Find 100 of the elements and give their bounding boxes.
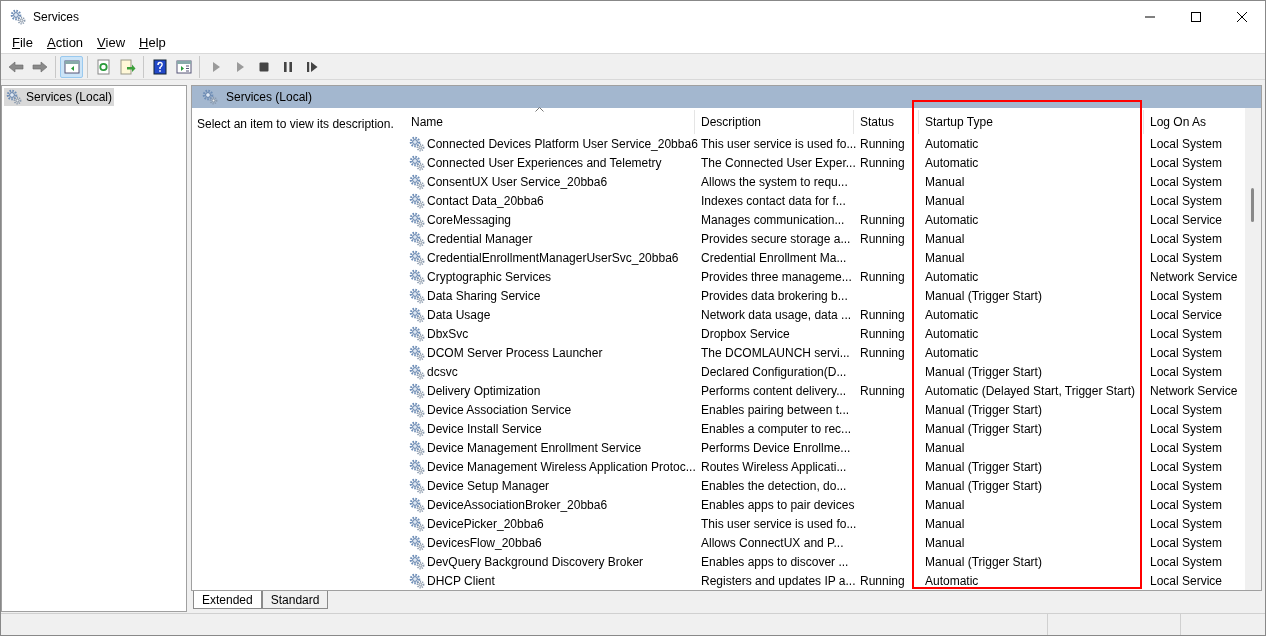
table-cell-text: Provides data brokering b... xyxy=(701,287,848,305)
table-cell-text: Manual xyxy=(925,496,965,514)
gears-icon xyxy=(409,249,425,266)
table-cell-text: Allows ConnectUX and P... xyxy=(701,534,844,552)
console-tree-icon xyxy=(63,58,80,75)
table-cell-text: Cryptographic Services xyxy=(427,268,552,286)
table-cell-text: Automatic xyxy=(925,268,979,286)
gears-icon xyxy=(409,325,425,342)
view-tab[interactable]: Extended xyxy=(193,591,262,609)
gears-icon xyxy=(409,344,425,361)
gears-icon xyxy=(409,458,425,475)
table-cell-text: Local System xyxy=(1150,458,1223,476)
gears-icon xyxy=(409,230,425,247)
table-cell-text: Enables apps to discover ... xyxy=(701,553,849,571)
gears-icon xyxy=(10,8,26,25)
table-cell-text: DevicePicker_20bba6 xyxy=(427,515,544,533)
table-cell-text: Device Install Service xyxy=(427,420,542,438)
table-cell-text: Manual xyxy=(925,173,965,191)
gears-icon xyxy=(409,382,425,399)
close-icon xyxy=(1237,11,1247,22)
table-cell-text: Running xyxy=(860,154,905,172)
table-cell-text: Manual xyxy=(925,192,965,210)
table-cell-text: Local System xyxy=(1150,325,1223,343)
table-cell-text: Local System xyxy=(1150,173,1223,191)
description-hint: Select an item to view its description. xyxy=(197,117,394,131)
gears-icon xyxy=(409,420,425,437)
table-cell-text: Dropbox Service xyxy=(701,325,790,343)
column-header[interactable]: Name xyxy=(405,110,695,134)
table-cell-text: dcsvc xyxy=(427,363,458,381)
table-cell-text: Enables the detection, do... xyxy=(701,477,847,495)
table-cell-text: DHCP Client xyxy=(427,572,495,590)
table-cell-text: Manual xyxy=(925,249,965,267)
gears-icon xyxy=(409,287,425,304)
menu-item[interactable]: View xyxy=(90,32,133,53)
table-cell-text: Local System xyxy=(1150,363,1223,381)
table-cell-text: Running xyxy=(860,230,905,248)
gears-icon xyxy=(409,306,425,323)
table-cell-text: Local System xyxy=(1150,534,1223,552)
table-cell-text: Automatic (Delayed Start, Trigger Start) xyxy=(925,382,1136,400)
table-cell-text: Device Management Wireless Application Protoc... xyxy=(427,458,696,476)
table-cell-text: Data Usage xyxy=(427,306,491,324)
table-cell-text: DeviceAssociationBroker_20bba6 xyxy=(427,496,608,514)
table-cell-text: CredentialEnrollmentManagerUserSvc_20bba6 xyxy=(427,249,679,267)
properties-icon xyxy=(175,58,192,75)
table-cell-text: Manual xyxy=(925,515,965,533)
scrollbar[interactable] xyxy=(1245,108,1261,590)
table-cell-text: Network Service xyxy=(1150,268,1238,286)
menu-item[interactable]: Action xyxy=(39,32,91,53)
menu-item[interactable]: Help xyxy=(132,32,173,53)
gears-icon xyxy=(409,515,425,532)
table-cell-text: Connected Devices Platform User Service_20bba6 xyxy=(427,135,698,153)
table-cell-text: Local System xyxy=(1150,135,1223,153)
table-cell-text: This user service is used fo... xyxy=(701,135,857,153)
table-cell-text: Credential Enrollment Ma... xyxy=(701,249,847,267)
table-cell-text: Data Sharing Service xyxy=(427,287,541,305)
sort-caret-icon xyxy=(535,107,545,112)
pane-title: Services (Local) xyxy=(226,89,313,106)
table-cell-text: Delivery Optimization xyxy=(427,382,541,400)
table-cell-text: Connected User Experiences and Telemetry xyxy=(427,154,662,172)
tree-item[interactable]: Services (Local) xyxy=(4,88,115,106)
table-cell-text: ConsentUX User Service_20bba6 xyxy=(427,173,608,191)
gears-icon xyxy=(202,89,218,105)
table-cell-text: Automatic xyxy=(925,325,979,343)
menu-item[interactable]: File xyxy=(5,32,40,53)
table-cell-text: Network data usage, data ... xyxy=(701,306,852,324)
column-header[interactable]: Startup Type xyxy=(919,110,1144,134)
column-header[interactable]: Description xyxy=(695,110,854,134)
table-cell-text: Contact Data_20bba6 xyxy=(427,192,544,210)
table-cell-text: Performs content delivery... xyxy=(701,382,847,400)
table-cell-text: Manages communication... xyxy=(701,211,845,229)
table-cell-text: Local System xyxy=(1150,553,1223,571)
table-cell-text: Local Service xyxy=(1150,306,1223,324)
window-title: Services xyxy=(33,8,79,26)
gears-icon xyxy=(409,211,425,228)
gears-icon xyxy=(409,496,425,513)
table-cell-text: Manual (Trigger Start) xyxy=(925,553,1042,571)
console-tree-button[interactable] xyxy=(60,55,83,78)
table-cell-text: Performs Device Enrollme... xyxy=(701,439,851,457)
table-cell-text: DevQuery Background Discovery Broker xyxy=(427,553,644,571)
table-cell-text: Running xyxy=(860,572,905,590)
table-cell-text: Running xyxy=(860,382,905,400)
maximize-icon xyxy=(1191,11,1201,22)
table-cell-text: Running xyxy=(860,306,905,324)
table-cell-text: The Connected User Exper... xyxy=(701,154,856,172)
table-cell-text: Enables a computer to rec... xyxy=(701,420,852,438)
table-cell-text: Running xyxy=(860,135,905,153)
gears-icon xyxy=(409,135,425,152)
table-cell-text: Device Association Service xyxy=(427,401,572,419)
table-cell-text: Indexes contact data for f... xyxy=(701,192,846,210)
table-cell-text: DbxSvc xyxy=(427,325,469,343)
table-cell-text: Local Service xyxy=(1150,211,1223,229)
gears-icon xyxy=(409,439,425,456)
table-cell-text: Local Service xyxy=(1150,572,1223,590)
table-cell-text: Local System xyxy=(1150,192,1223,210)
view-tab[interactable]: Standard xyxy=(261,591,329,609)
table-cell-text: Manual (Trigger Start) xyxy=(925,477,1042,495)
gears-icon xyxy=(409,363,425,380)
table-cell-text: Manual xyxy=(925,230,965,248)
table-cell-text: Manual (Trigger Start) xyxy=(925,401,1042,419)
column-header[interactable]: Status xyxy=(854,110,919,134)
